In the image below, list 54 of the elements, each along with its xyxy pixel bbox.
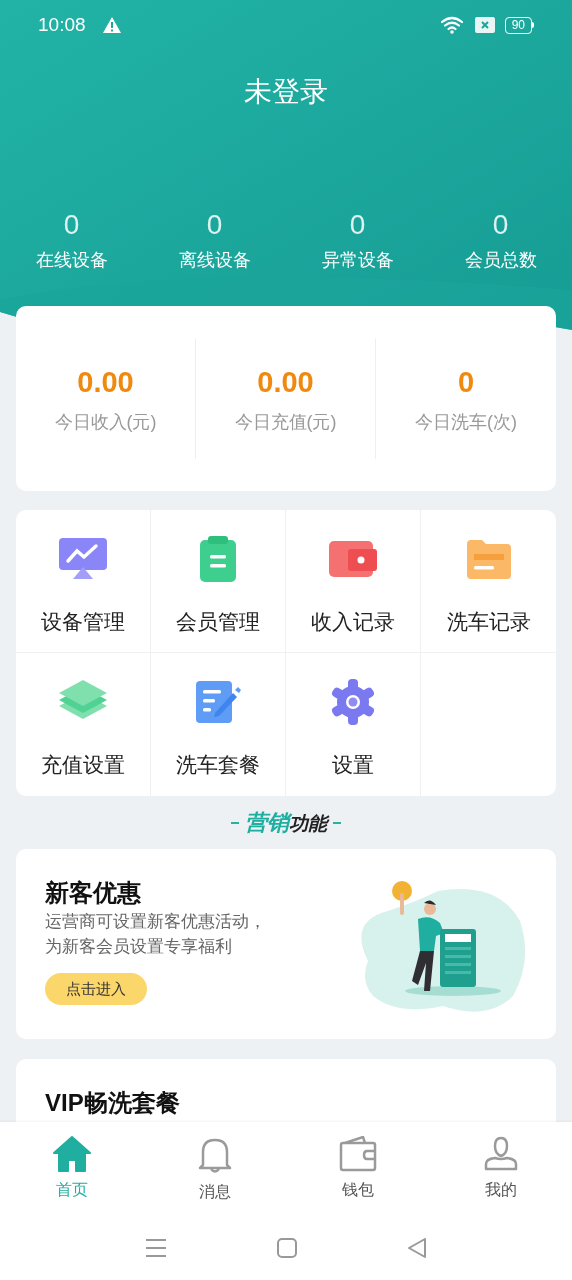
summary-value: 0.00 bbox=[257, 364, 314, 400]
menu-icon[interactable] bbox=[145, 1237, 167, 1258]
person-icon bbox=[482, 1136, 519, 1172]
tab[interactable]: 消息 bbox=[143, 1122, 286, 1215]
tab[interactable]: 我的 bbox=[429, 1122, 572, 1215]
page-title: 未登录 bbox=[244, 75, 328, 109]
stat-label: 离线设备 bbox=[178, 249, 251, 272]
promo-description: 运营商可设置新客优惠活动， 为新客会员设置专享福利 bbox=[45, 911, 266, 958]
menu-item[interactable]: 洗车记录 bbox=[421, 510, 556, 652]
menu-label: 充值设置 bbox=[41, 752, 125, 778]
stat-value: 0 bbox=[206, 208, 223, 242]
menu-item[interactable]: 充值设置 bbox=[16, 653, 150, 796]
home-icon bbox=[52, 1136, 91, 1172]
battery-level: 90 bbox=[504, 16, 532, 34]
menu-label: 会员管理 bbox=[176, 609, 260, 635]
stat-value: 0 bbox=[349, 208, 366, 242]
menu-label: 设备管理 bbox=[41, 609, 125, 635]
tab[interactable]: 钱包 bbox=[286, 1122, 429, 1215]
menu-item[interactable]: 设备管理 bbox=[16, 510, 150, 652]
back-icon[interactable] bbox=[407, 1237, 427, 1258]
gear-icon bbox=[330, 679, 376, 725]
wallet-icon bbox=[328, 540, 378, 578]
wifi-icon bbox=[440, 15, 465, 35]
menu-item[interactable]: 洗车套餐 bbox=[151, 653, 285, 796]
stat-value: 0 bbox=[63, 208, 80, 242]
monitor-chart-icon bbox=[58, 537, 108, 581]
document-edit-icon bbox=[195, 680, 241, 724]
menu-item[interactable]: 收入记录 bbox=[286, 510, 420, 652]
warning-icon bbox=[101, 16, 122, 34]
menu-label: 设置 bbox=[332, 752, 374, 778]
menu-label: 收入记录 bbox=[311, 609, 395, 635]
status-time: 10:08 bbox=[38, 12, 86, 37]
summary-value: 0.00 bbox=[77, 364, 134, 400]
wallet-icon bbox=[338, 1136, 377, 1172]
bell-icon bbox=[196, 1136, 233, 1174]
home-button-icon[interactable] bbox=[277, 1237, 297, 1258]
menu-item[interactable]: 会员管理 bbox=[151, 510, 285, 652]
enter-button[interactable]: 点击进入 bbox=[45, 973, 147, 1005]
summary-label: 今日充值(元) bbox=[234, 410, 337, 434]
clipboard-icon bbox=[199, 536, 237, 582]
menu-label: 洗车记录 bbox=[446, 609, 531, 635]
menu-item[interactable]: 设置 bbox=[286, 653, 420, 796]
promo-title: VIP畅洗套餐 bbox=[45, 1088, 180, 1118]
stat-label: 异常设备 bbox=[321, 249, 394, 272]
summary-label: 今日收入(元) bbox=[54, 410, 157, 434]
stat-value: 0 bbox=[492, 208, 509, 242]
folder-icon bbox=[465, 539, 512, 579]
stat-label: 会员总数 bbox=[464, 249, 537, 272]
menu-label: 洗车套餐 bbox=[176, 752, 260, 778]
summary-label: 今日洗车(次) bbox=[415, 410, 517, 434]
summary-value: 0 bbox=[457, 364, 475, 400]
promo-title: 新客优惠 bbox=[45, 878, 141, 908]
stat-label: 在线设备 bbox=[35, 249, 108, 272]
sim-icon bbox=[474, 17, 495, 33]
